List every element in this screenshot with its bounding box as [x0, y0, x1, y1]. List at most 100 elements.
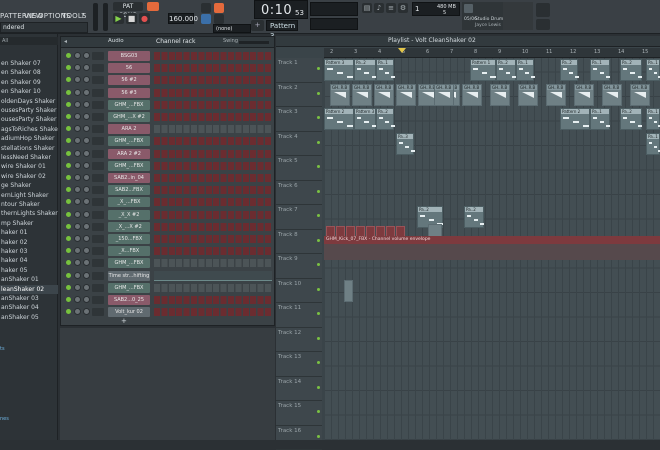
pattern-selector[interactable]: Pattern 3 — [266, 20, 298, 31]
mixer-track-selector[interactable] — [92, 76, 104, 84]
track-active-led[interactable] — [317, 361, 320, 364]
channel-name-button[interactable]: 56 #3 — [108, 88, 150, 98]
track-active-led[interactable] — [317, 92, 320, 95]
browser-item[interactable]: anShaker 03 — [0, 294, 58, 303]
channel-volume-knob[interactable] — [83, 296, 90, 303]
channel-pan-knob[interactable] — [74, 247, 81, 254]
audio-clip[interactable]: GH..R.B — [374, 84, 394, 106]
browser-item[interactable]: ntour Shaker — [0, 200, 58, 209]
step-sequencer[interactable] — [154, 296, 272, 304]
browser-item[interactable]: en Shaker 10 — [0, 87, 58, 96]
channel-pan-knob[interactable] — [74, 89, 81, 96]
track-active-led[interactable] — [317, 288, 320, 291]
browser-item[interactable]: haker 02 — [0, 238, 58, 247]
step-sequencer[interactable] — [154, 101, 272, 109]
mixer-track-selector[interactable] — [92, 64, 104, 72]
channel-pan-knob[interactable] — [74, 272, 81, 279]
channel-pan-knob[interactable] — [74, 198, 81, 205]
track-active-led[interactable] — [317, 116, 320, 119]
track-active-led[interactable] — [317, 165, 320, 168]
track-header[interactable]: Track 6 — [276, 181, 322, 206]
channel-name-button[interactable]: ARA 2 — [108, 124, 150, 134]
playhead-marker-icon[interactable] — [398, 48, 406, 53]
track-active-led[interactable] — [317, 214, 320, 217]
channel-mute-led[interactable] — [66, 175, 71, 180]
channel-name-button[interactable]: GHM_...FBX — [108, 283, 150, 293]
channel-mute-led[interactable] — [66, 114, 71, 119]
channel-pan-knob[interactable] — [74, 101, 81, 108]
mixer-track-selector[interactable] — [92, 137, 104, 145]
track-active-led[interactable] — [317, 410, 320, 413]
channel-name-button[interactable]: 56 #2 — [108, 75, 150, 85]
step-sequencer[interactable] — [154, 76, 272, 84]
channel-volume-knob[interactable] — [83, 101, 90, 108]
track-header[interactable]: Track 7 — [276, 205, 322, 230]
timeline-ruler[interactable]: 23456789101112131415 — [324, 48, 660, 58]
mixer-track-selector[interactable] — [92, 101, 104, 109]
channel-mute-led[interactable] — [66, 90, 71, 95]
browser-item[interactable]: en Shaker 09 — [0, 78, 58, 87]
audio-clip[interactable]: GH..R.B — [630, 84, 650, 106]
rack-group-selector[interactable]: Audio — [108, 38, 124, 44]
track-header[interactable]: Track 13 — [276, 352, 322, 377]
track-active-led[interactable] — [317, 435, 320, 438]
playlist-view-icon[interactable]: ▤ — [362, 3, 372, 13]
channel-volume-knob[interactable] — [83, 223, 90, 230]
add-channel-button[interactable]: + — [121, 317, 127, 325]
channel-pan-knob[interactable] — [74, 223, 81, 230]
channel-name-button[interactable]: _X_...FBX — [108, 197, 150, 207]
channel-mute-led[interactable] — [66, 187, 71, 192]
track-header[interactable]: Track 1 — [276, 58, 322, 83]
pattern-clip[interactable]: Pa..1 — [646, 59, 660, 81]
browser-item[interactable]: haker 05 — [0, 266, 58, 275]
channel-volume-knob[interactable] — [83, 113, 90, 120]
mixer-track-selector[interactable] — [92, 296, 104, 304]
channel-volume-knob[interactable] — [83, 284, 90, 291]
browser-item[interactable]: thernLights Shaker — [0, 209, 58, 218]
online-icon[interactable] — [536, 3, 550, 17]
mixer-track-selector[interactable] — [92, 198, 104, 206]
channel-pan-knob[interactable] — [74, 113, 81, 120]
audio-clip[interactable]: GH..R.B — [574, 84, 594, 106]
pattern-clip[interactable]: Pa..2 — [464, 206, 484, 228]
metronome-button[interactable] — [147, 2, 159, 11]
channel-rack-icon[interactable]: ≡ — [386, 3, 396, 13]
browser-item[interactable]: ernLight Shaker — [0, 191, 58, 200]
menu-help[interactable]: ? — [81, 12, 85, 20]
pattern-clip[interactable]: Pa..2 — [354, 59, 376, 81]
channel-name-button[interactable]: ARA 2 #2 — [108, 149, 150, 159]
mixer-track-selector[interactable] — [92, 211, 104, 219]
track-active-led[interactable] — [317, 239, 320, 242]
audio-clip[interactable]: GH..R.B — [602, 84, 622, 106]
step-sequencer[interactable] — [154, 113, 272, 121]
channel-mute-led[interactable] — [66, 248, 71, 253]
channel-pan-knob[interactable] — [74, 52, 81, 59]
pattern-clip[interactable]: Pa..1 — [590, 108, 610, 130]
step-sequencer[interactable] — [154, 64, 272, 72]
pattern-clip[interactable]: Pa..1 — [646, 133, 660, 155]
pattern-clip[interactable]: Pa..2 — [496, 59, 516, 81]
channel-name-button[interactable]: SAB2..in_04 — [108, 173, 150, 183]
stop-button[interactable]: ■ — [126, 13, 137, 24]
channel-name-button[interactable]: 56 — [108, 63, 150, 73]
track-active-led[interactable] — [317, 67, 320, 70]
channel-mute-led[interactable] — [66, 65, 71, 70]
step-sequencer[interactable] — [154, 162, 272, 170]
master-pitch-slider[interactable] — [103, 3, 108, 31]
mixer-track-selector[interactable] — [92, 174, 104, 182]
blend-notes-icon[interactable] — [214, 14, 224, 24]
step-sequencer[interactable] — [154, 284, 272, 292]
channel-volume-knob[interactable] — [83, 235, 90, 242]
step-sequencer[interactable] — [154, 259, 272, 267]
channel-pan-knob[interactable] — [74, 76, 81, 83]
channel-volume-knob[interactable] — [83, 52, 90, 59]
channel-name-button[interactable]: GHM_...FBX — [108, 161, 150, 171]
step-sequencer[interactable] — [154, 247, 272, 255]
browser-item[interactable]: mp Shaker — [0, 219, 58, 228]
mixer-icon[interactable]: ⚙ — [398, 3, 408, 13]
browser-item[interactable]: lessNeed Shaker — [0, 153, 58, 162]
step-sequencer[interactable] — [154, 89, 272, 97]
mixer-track-selector[interactable] — [92, 235, 104, 243]
track-header[interactable]: Track 8 — [276, 230, 322, 255]
mixer-track-selector[interactable] — [92, 162, 104, 170]
